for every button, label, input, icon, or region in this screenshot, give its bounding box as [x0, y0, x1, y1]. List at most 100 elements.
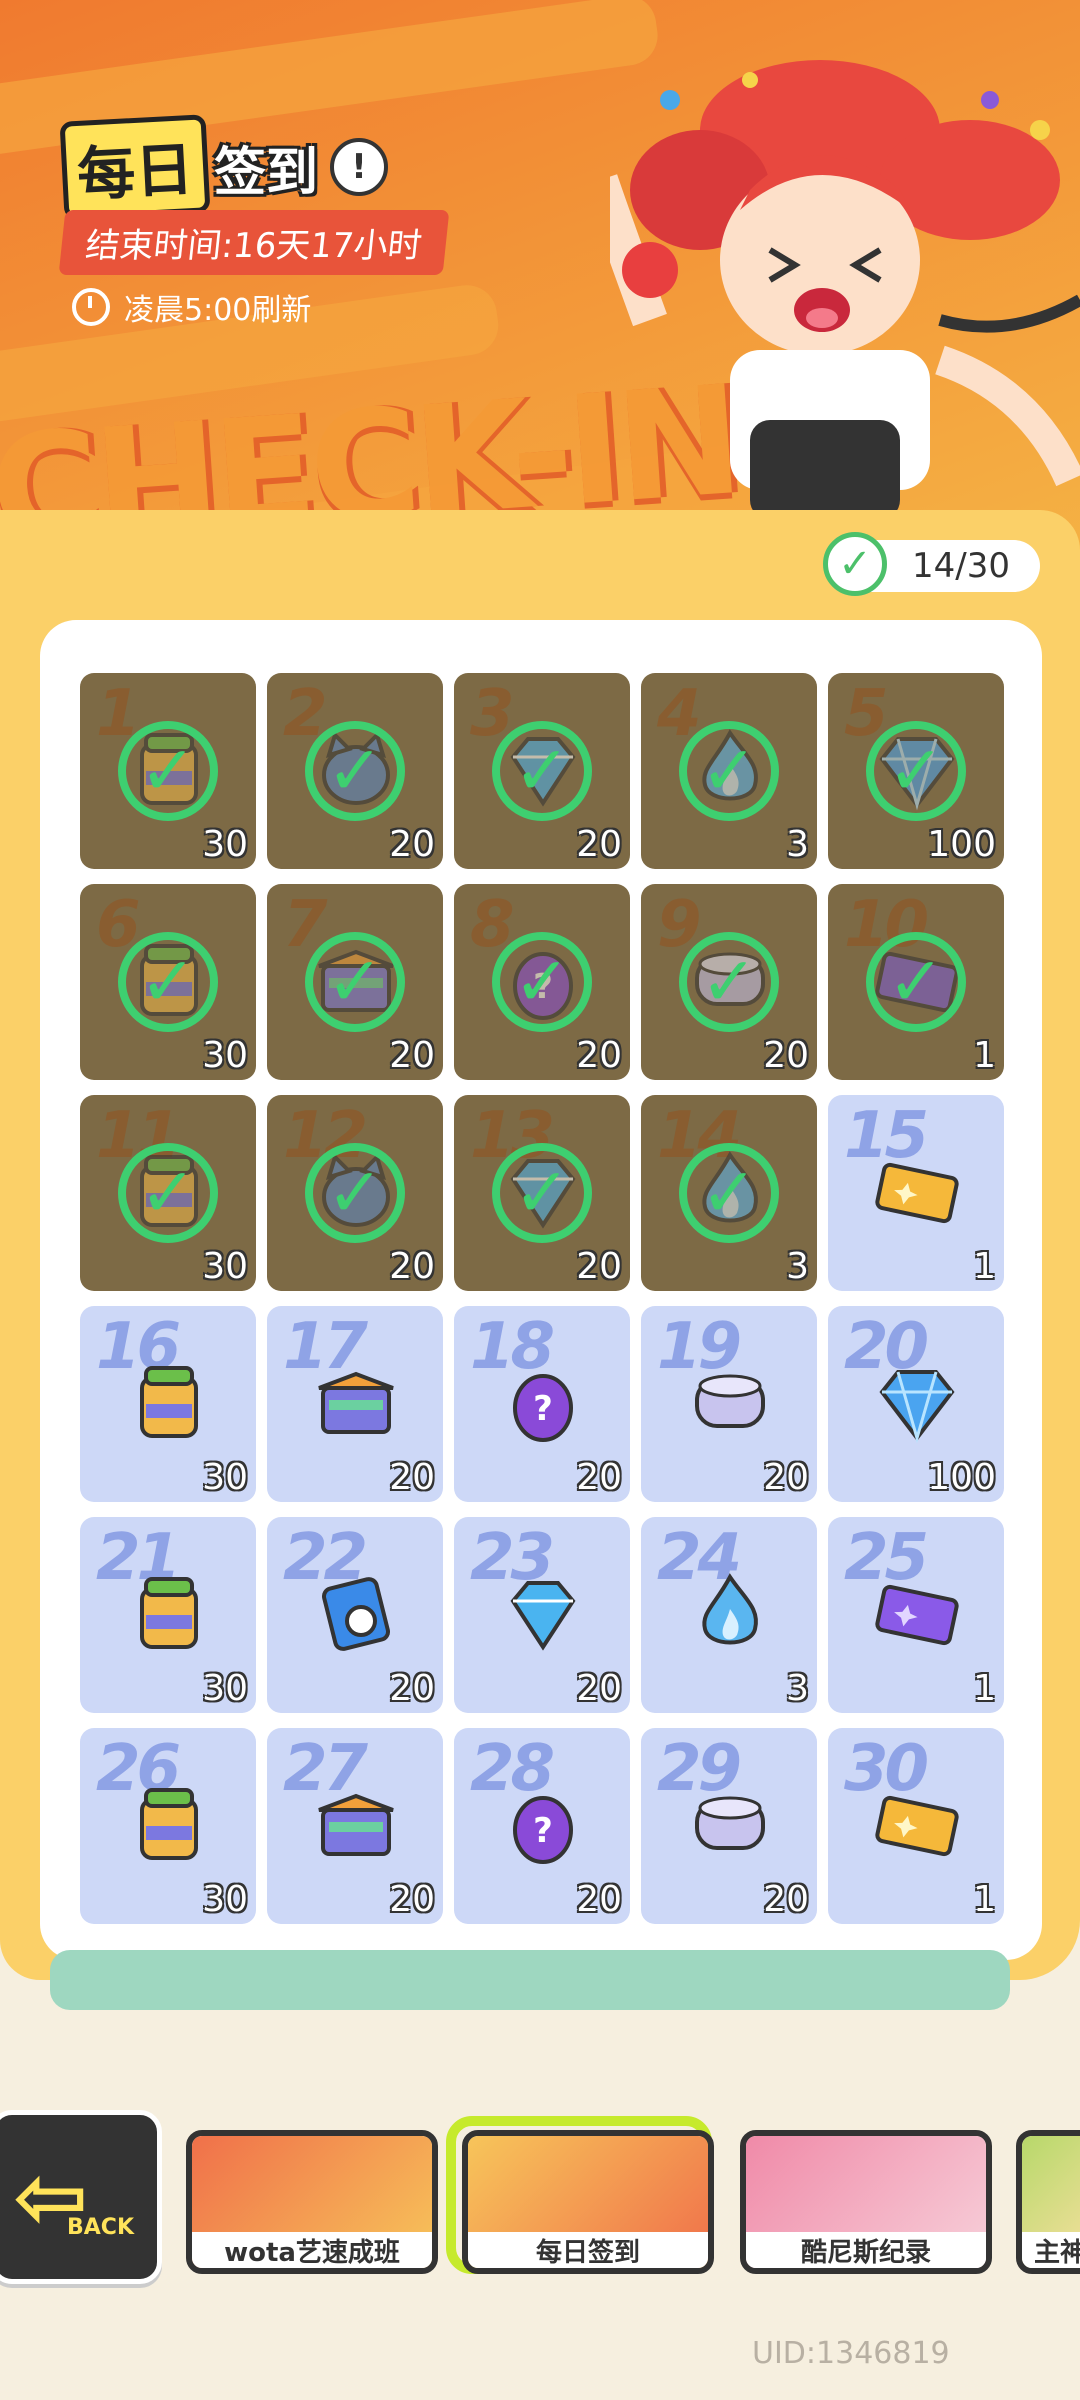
day-cell-4[interactable]: 4 ✓ 3 [641, 673, 817, 869]
tab-label: 主神 [1022, 2232, 1080, 2268]
reward-quantity: 100 [927, 1457, 996, 1498]
card-shadow [50, 1950, 1010, 2010]
clock-icon [72, 288, 110, 326]
reward-quantity: 20 [389, 1668, 435, 1709]
tape-icon [311, 1569, 401, 1659]
day-cell-17[interactable]: 17 20 [267, 1306, 443, 1502]
title-daily: 每日 [59, 114, 211, 220]
reward-quantity: 20 [389, 1457, 435, 1498]
back-button[interactable]: ⇦ BACK [0, 2110, 162, 2284]
box-icon [311, 1780, 401, 1870]
user-id: UID:1346819 [752, 2336, 950, 2371]
reward-quantity: 20 [576, 1035, 622, 1076]
day-cell-2[interactable]: 2 ✓ 20 [267, 673, 443, 869]
claimed-check-icon: ✓ [305, 1143, 405, 1243]
back-label: BACK [67, 2215, 134, 2240]
day-cell-14[interactable]: 14 ✓ 3 [641, 1095, 817, 1291]
svg-text:?: ? [533, 1389, 553, 1429]
day-cell-6[interactable]: 6 ✓ 30 [80, 884, 256, 1080]
day-cell-7[interactable]: 7 ✓ 20 [267, 884, 443, 1080]
reward-quantity: 20 [389, 824, 435, 865]
day-cell-18[interactable]: 18? 20 [454, 1306, 630, 1502]
day-cell-5[interactable]: 5 ✓ 100 [828, 673, 1004, 869]
day-cell-20[interactable]: 20 100 [828, 1306, 1004, 1502]
day-cell-16[interactable]: 16 30 [80, 1306, 256, 1502]
reward-quantity: 100 [927, 824, 996, 865]
claimed-check-icon: ✓ [679, 932, 779, 1032]
day-cell-1[interactable]: 1 ✓ 30 [80, 673, 256, 869]
tab-records[interactable]: 酷尼斯纪录 [740, 2130, 992, 2274]
tab-wota[interactable]: wota艺速成班 [186, 2130, 438, 2274]
day-cell-25[interactable]: 25 1 [828, 1517, 1004, 1713]
day-cell-13[interactable]: 13 ✓ 20 [454, 1095, 630, 1291]
reward-quantity: 30 [202, 824, 248, 865]
end-time-badge: 结束时间:16天17小时 [58, 210, 450, 275]
reward-quantity: 1 [973, 1668, 996, 1709]
page-title: 每日 签到 ! [59, 114, 389, 220]
reward-quantity: 30 [202, 1246, 248, 1287]
reward-quantity: 30 [202, 1457, 248, 1498]
character-illustration [610, 60, 1080, 520]
day-cell-28[interactable]: 28? 20 [454, 1728, 630, 1924]
reward-quantity: 20 [763, 1035, 809, 1076]
box-icon [311, 1358, 401, 1448]
reward-quantity: 3 [786, 1668, 809, 1709]
claimed-check-icon: ✓ [866, 932, 966, 1032]
reward-quantity: 20 [389, 1246, 435, 1287]
day-cell-19[interactable]: 19 20 [641, 1306, 817, 1502]
gold-ticket-icon [872, 1147, 962, 1237]
info-icon[interactable]: ! [330, 138, 389, 196]
day-cell-26[interactable]: 26 30 [80, 1728, 256, 1924]
day-cell-27[interactable]: 27 20 [267, 1728, 443, 1924]
tab-main-god[interactable]: 主神 [1016, 2130, 1080, 2274]
can-icon [685, 1358, 775, 1448]
svg-text:?: ? [533, 1811, 553, 1851]
day-cell-8[interactable]: 8? ✓ 20 [454, 884, 630, 1080]
reward-quantity: 30 [202, 1035, 248, 1076]
claimed-check-icon: ✓ [492, 1143, 592, 1243]
reward-quantity: 20 [763, 1879, 809, 1920]
day-cell-21[interactable]: 21 30 [80, 1517, 256, 1713]
can-icon [685, 1780, 775, 1870]
day-cell-9[interactable]: 9 ✓ 20 [641, 884, 817, 1080]
day-cell-29[interactable]: 29 20 [641, 1728, 817, 1924]
claimed-check-icon: ✓ [679, 721, 779, 821]
reward-quantity: 20 [576, 1668, 622, 1709]
reward-quantity: 20 [576, 1879, 622, 1920]
reward-quantity: 3 [786, 1246, 809, 1287]
claimed-check-icon: ✓ [679, 1143, 779, 1243]
claimed-check-icon: ✓ [492, 932, 592, 1032]
tab-label: wota艺速成班 [192, 2232, 432, 2268]
reward-quantity: 20 [576, 1246, 622, 1287]
claimed-check-icon: ✓ [305, 932, 405, 1032]
diamond-icon [872, 1358, 962, 1448]
tab-daily-checkin[interactable]: 每日签到 [462, 2130, 714, 2274]
purple-ticket-icon [872, 1569, 962, 1659]
reward-quantity: 20 [576, 824, 622, 865]
day-cell-15[interactable]: 15 1 [828, 1095, 1004, 1291]
jar-icon [124, 1780, 214, 1870]
gem-icon [498, 1569, 588, 1659]
reward-quantity: 20 [389, 1879, 435, 1920]
day-cell-22[interactable]: 22 20 [267, 1517, 443, 1713]
flame-icon [685, 1569, 775, 1659]
day-cell-3[interactable]: 3 ✓ 20 [454, 673, 630, 869]
day-cell-12[interactable]: 12 ✓ 20 [267, 1095, 443, 1291]
jar-icon [124, 1358, 214, 1448]
claimed-check-icon: ✓ [492, 721, 592, 821]
day-cell-30[interactable]: 30 1 [828, 1728, 1004, 1924]
egg-icon: ? [498, 1780, 588, 1870]
day-cell-23[interactable]: 23 20 [454, 1517, 630, 1713]
refresh-text: 凌晨5:00刷新 [124, 293, 312, 328]
jar-icon [124, 1569, 214, 1659]
day-cell-24[interactable]: 24 3 [641, 1517, 817, 1713]
refresh-info: 凌晨5:00刷新 [72, 285, 311, 329]
reward-quantity: 30 [202, 1668, 248, 1709]
claimed-check-icon: ✓ [118, 1143, 218, 1243]
progress-counter: ✓ 14/30 [823, 532, 1040, 596]
day-cell-11[interactable]: 11 ✓ 30 [80, 1095, 256, 1291]
gold-ticket-icon [872, 1780, 962, 1870]
reward-quantity: 20 [763, 1457, 809, 1498]
day-cell-10[interactable]: 10 ✓ 1 [828, 884, 1004, 1080]
reward-quantity: 1 [973, 1246, 996, 1287]
